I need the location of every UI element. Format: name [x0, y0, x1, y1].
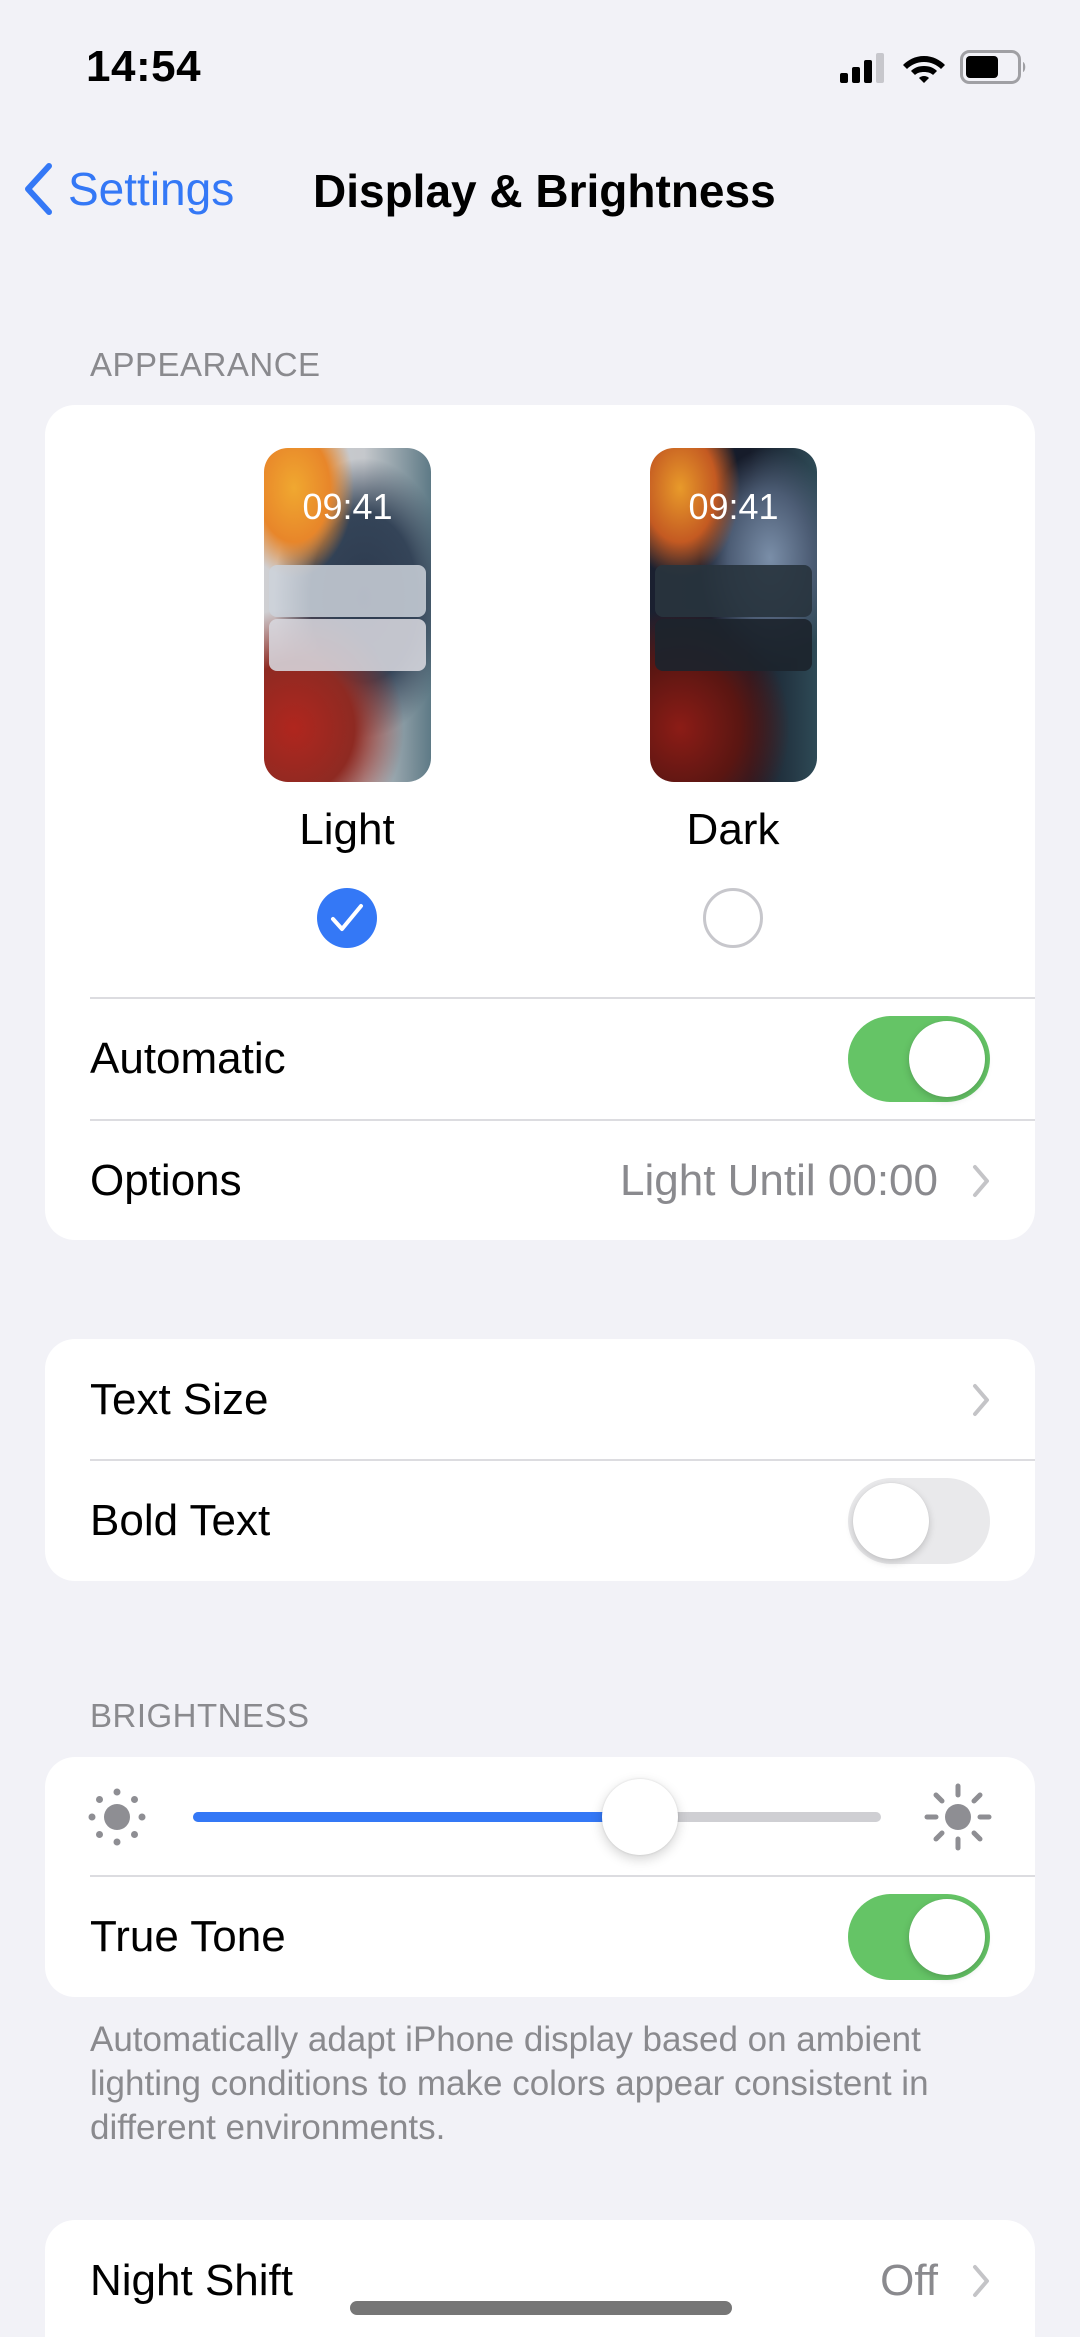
toggle-knob [853, 1483, 929, 1559]
automatic-toggle[interactable] [848, 1016, 990, 1102]
preview-time: 09:41 [688, 486, 779, 527]
true-tone-label: True Tone [90, 1912, 286, 1961]
page-title: Display & Brightness [313, 165, 776, 217]
preview-widget [269, 565, 426, 617]
brightness-slider[interactable] [193, 1779, 881, 1855]
brightness-slider-thumb[interactable] [602, 1779, 679, 1855]
brightness-slider-fill [193, 1812, 641, 1822]
dark-mode-radio[interactable] [703, 888, 763, 948]
text-size-label: Text Size [90, 1374, 269, 1424]
chevron-right-icon [973, 2265, 989, 2297]
bold-text-row: Bold Text [45, 1461, 1035, 1581]
automatic-row: Automatic [45, 999, 1035, 1119]
brightness-slider-row [45, 1757, 1035, 1875]
light-mode-radio[interactable] [317, 888, 377, 948]
light-mode-preview[interactable]: 09:41 [264, 448, 431, 782]
brightness-header: BRIGHTNESS [90, 1697, 310, 1734]
preview-widget [655, 565, 812, 617]
home-indicator[interactable] [350, 2301, 732, 2315]
true-tone-footer: Automatically adapt iPhone display based… [90, 2020, 929, 2147]
preview-widget [655, 619, 812, 671]
nav-bar: Settings Display & Brightness [0, 150, 1080, 230]
back-label: Settings [68, 163, 235, 215]
bold-text-toggle[interactable] [848, 1478, 990, 1564]
options-row[interactable]: Options Light Until 00:00 [45, 1121, 1035, 1240]
text-size-row[interactable]: Text Size [45, 1339, 1035, 1460]
chevron-right-icon [973, 1383, 989, 1416]
night-shift-label: Night Shift [90, 2256, 293, 2305]
back-button[interactable]: Settings [22, 162, 234, 216]
checkmark-icon [331, 904, 363, 931]
preview-widget [269, 619, 426, 671]
cellular-signal-icon [840, 53, 884, 83]
status-bar: 14:54 [0, 0, 1080, 130]
night-shift-value: Off [880, 2256, 938, 2305]
dark-mode-label: Dark [686, 805, 780, 854]
status-icons [840, 50, 1028, 84]
bold-text-label: Bold Text [90, 1496, 271, 1545]
options-label: Options [90, 1155, 242, 1205]
toggle-knob [909, 1021, 985, 1097]
sun-max-icon [924, 1783, 992, 1851]
true-tone-toggle[interactable] [848, 1894, 990, 1980]
automatic-label: Automatic [90, 1034, 286, 1083]
battery-icon [960, 50, 1026, 84]
chevron-left-icon [25, 163, 52, 215]
sun-min-icon [88, 1788, 146, 1846]
options-value: Light Until 00:00 [620, 1155, 938, 1205]
night-shift-row[interactable]: Night Shift Off [45, 2220, 1035, 2337]
brightness-card: True Tone [45, 1757, 1035, 1997]
dark-mode-preview[interactable]: 09:41 [650, 448, 817, 782]
status-time: 14:54 [86, 42, 202, 91]
chevron-right-icon [973, 1164, 989, 1197]
toggle-knob [909, 1899, 985, 1975]
true-tone-row: True Tone [45, 1877, 1035, 1997]
preview-time: 09:41 [302, 486, 393, 527]
night-shift-card: Night Shift Off [45, 2220, 1035, 2337]
text-card: Text Size Bold Text [45, 1339, 1035, 1581]
appearance-card: 09:41 09:41 Light Dark Automatic Options… [45, 405, 1035, 1240]
appearance-header: APPEARANCE [90, 346, 321, 383]
wifi-icon [903, 56, 945, 83]
light-mode-label: Light [299, 805, 395, 854]
